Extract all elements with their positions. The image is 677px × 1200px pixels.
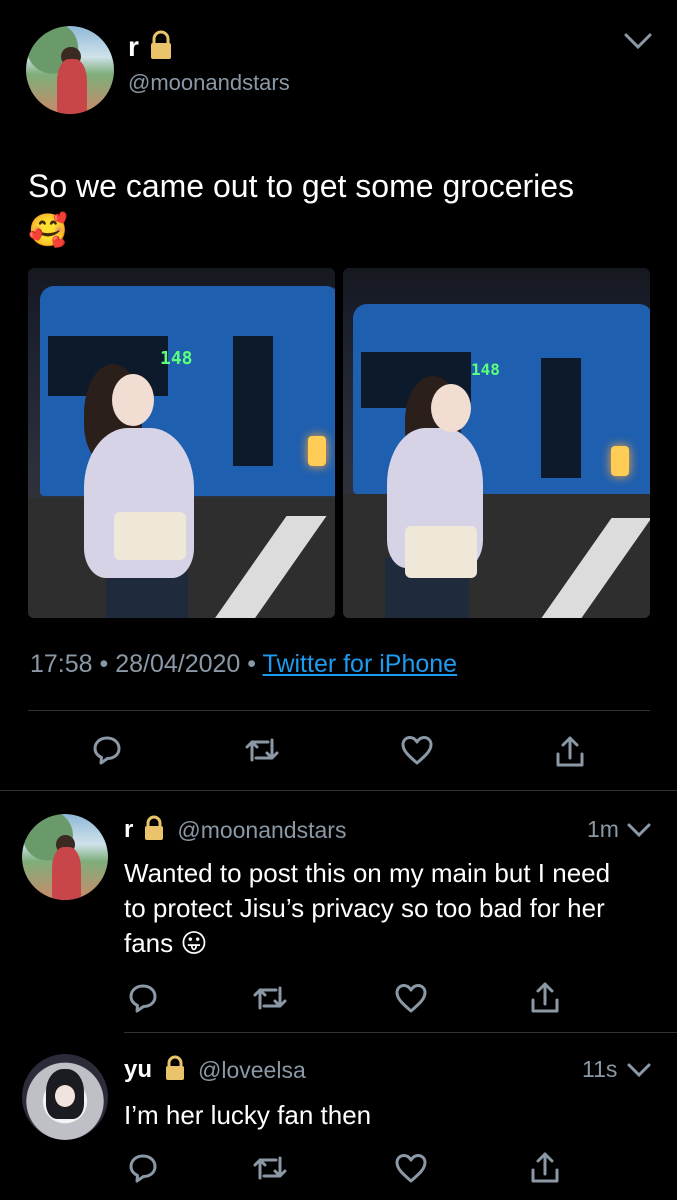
reply-text: Wanted to post this on my main but I nee…	[124, 856, 634, 961]
reply-icon[interactable]	[127, 982, 159, 1014]
retweet-icon[interactable]	[244, 734, 280, 766]
bus-headlight	[308, 436, 326, 466]
tweet-text-body: So we came out to get some groceries	[28, 168, 575, 204]
bus-headlight	[611, 446, 629, 476]
author-display-name[interactable]: r	[128, 31, 139, 63]
reply-display-name[interactable]: yu	[124, 1056, 152, 1084]
chevron-down-icon[interactable]	[627, 822, 651, 838]
reply-emoji: 😛	[180, 928, 208, 958]
person-head	[431, 384, 471, 432]
share-icon[interactable]	[555, 734, 585, 768]
tweet-date: 28/04/2020	[115, 650, 241, 678]
person-head	[112, 374, 154, 426]
chevron-down-icon[interactable]	[627, 1062, 651, 1078]
retweet-icon[interactable]	[252, 982, 288, 1014]
heart-icon[interactable]	[394, 1152, 428, 1184]
tweet-photo-1[interactable]: 148	[28, 268, 335, 618]
reply-avatar[interactable]	[22, 814, 108, 900]
bus-window	[233, 336, 273, 466]
share-icon[interactable]	[530, 1150, 560, 1184]
tweet-emoji: 🥰	[28, 212, 68, 248]
tweet-source-link[interactable]: Twitter for iPhone	[263, 650, 458, 678]
bus-route-number: 148	[471, 360, 500, 379]
bus-window	[541, 358, 581, 478]
reply-avatar[interactable]	[22, 1054, 108, 1140]
reply-icon[interactable]	[127, 1152, 159, 1184]
reply-display-name[interactable]: r	[124, 816, 133, 844]
reply-header: yu @loveelsa	[124, 1054, 306, 1086]
reply-text: I’m her lucky fan then	[124, 1100, 372, 1130]
reply-time: 11s	[582, 1056, 618, 1082]
lock-icon	[164, 1055, 186, 1086]
heart-icon[interactable]	[394, 982, 428, 1014]
lock-icon	[149, 30, 173, 65]
person-bag	[114, 512, 186, 560]
tweet-photo-2[interactable]: 148	[343, 268, 650, 618]
person-bag	[405, 526, 477, 578]
reply-header: r @moonandstars	[124, 814, 346, 846]
author-avatar[interactable]	[26, 26, 114, 114]
divider	[124, 1032, 677, 1033]
reply-handle[interactable]: @loveelsa	[198, 1057, 306, 1084]
author-handle[interactable]: @moonandstars	[128, 70, 290, 96]
reply-handle[interactable]: @moonandstars	[177, 817, 346, 844]
lock-icon	[143, 815, 165, 846]
bus-route-number: 148	[160, 348, 193, 369]
tweet-time: 17:58	[30, 650, 93, 678]
heart-icon[interactable]	[400, 734, 434, 766]
author-name-row: r	[128, 30, 173, 64]
divider	[28, 710, 650, 711]
reply-icon[interactable]	[91, 734, 123, 766]
reply-time: 1m	[587, 816, 619, 842]
tweet-meta: 17:58 • 28/04/2020 • Twitter for iPhone	[30, 650, 458, 678]
share-icon[interactable]	[530, 980, 560, 1014]
tweet-text: So we came out to get some groceries 🥰	[28, 164, 588, 252]
retweet-icon[interactable]	[252, 1152, 288, 1184]
chevron-down-icon[interactable]	[624, 32, 652, 50]
divider	[0, 790, 677, 791]
